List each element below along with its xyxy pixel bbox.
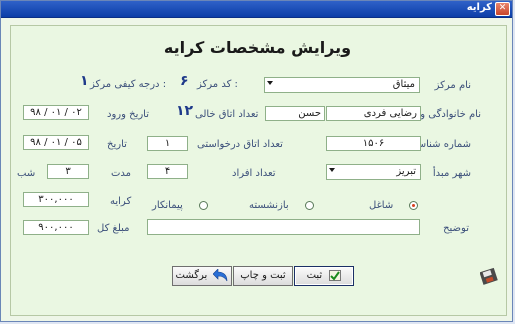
save-button-label: ثبت bbox=[306, 270, 323, 281]
id-number-field[interactable]: ۱۵۰۶ bbox=[326, 136, 421, 151]
chevron-down-icon bbox=[267, 81, 273, 85]
job-radio-employed[interactable] bbox=[409, 201, 418, 210]
date-field[interactable]: ۹۸ / ۰۱ / ۰۵ bbox=[23, 135, 89, 150]
origin-label: شهر مبدأ bbox=[432, 168, 471, 179]
center-label: نام مرکز bbox=[434, 80, 471, 91]
description-field[interactable] bbox=[147, 219, 420, 235]
back-button-label: برگشت bbox=[175, 270, 208, 281]
title-bar: کرایه ✕ bbox=[1, 1, 512, 18]
quality-value: ۱ bbox=[80, 73, 89, 89]
requested-rooms-label: تعداد اتاق درخواستی bbox=[197, 139, 283, 150]
job-radio-retired[interactable] bbox=[305, 201, 314, 210]
total-field[interactable]: ۹۰۰,۰۰۰ bbox=[23, 220, 89, 235]
center-select[interactable]: میثاق bbox=[264, 77, 420, 93]
duration-unit: شب bbox=[17, 168, 36, 179]
free-rooms-label: تعداد اتاق خالی bbox=[195, 109, 259, 120]
entry-date-field[interactable]: ۹۸ / ۰۱ / ۰۲ bbox=[23, 105, 89, 120]
people-field[interactable]: ۴ bbox=[147, 164, 188, 179]
total-label: مبلغ کل bbox=[97, 223, 130, 234]
save-button[interactable]: ثبت bbox=[294, 266, 354, 286]
last-name-field[interactable]: رضایی فردی bbox=[326, 106, 421, 121]
requested-rooms-field[interactable]: ۱ bbox=[147, 136, 188, 151]
floppy-disk-icon[interactable] bbox=[480, 267, 500, 287]
entry-date-label: تاریخ ورود bbox=[107, 109, 150, 120]
free-rooms-value: ۱۲ bbox=[176, 103, 194, 119]
job-option-retired[interactable]: بازنشسته bbox=[249, 200, 289, 211]
save-print-button[interactable]: ثبت و چاپ bbox=[233, 266, 293, 286]
center-value: میثاق bbox=[392, 79, 415, 90]
job-radio-contractor[interactable] bbox=[199, 201, 208, 210]
window-title: کرایه bbox=[466, 2, 492, 13]
back-arrow-icon bbox=[212, 267, 227, 281]
chevron-down-icon bbox=[329, 168, 335, 172]
first-name-field[interactable]: حسن bbox=[265, 106, 325, 121]
job-option-employed[interactable]: شاغل bbox=[369, 200, 393, 211]
rent-field[interactable]: ۳۰۰,۰۰۰ bbox=[23, 192, 89, 207]
rent-label: کرایه bbox=[110, 196, 132, 207]
duration-field[interactable]: ۳ bbox=[47, 164, 89, 179]
page-title: ویرایش مشخصات کرایه bbox=[163, 38, 352, 57]
job-option-contractor[interactable]: پیمانکار bbox=[152, 200, 183, 211]
origin-select[interactable]: تبریز bbox=[326, 164, 421, 180]
date-label: تاریخ bbox=[107, 139, 127, 150]
origin-value: تبریز bbox=[396, 166, 416, 177]
center-code-label: کد مرکز : bbox=[197, 79, 238, 90]
back-button[interactable]: برگشت bbox=[172, 266, 232, 286]
description-label: توضیح bbox=[443, 223, 469, 234]
checkmark-icon bbox=[329, 269, 342, 281]
duration-label: مدت bbox=[111, 168, 132, 179]
quality-label: درجه کیفی مرکز : bbox=[90, 79, 167, 90]
close-icon[interactable]: ✕ bbox=[495, 2, 510, 16]
people-label: تعداد افراد bbox=[232, 168, 276, 179]
center-code-value: ۶ bbox=[180, 73, 189, 89]
